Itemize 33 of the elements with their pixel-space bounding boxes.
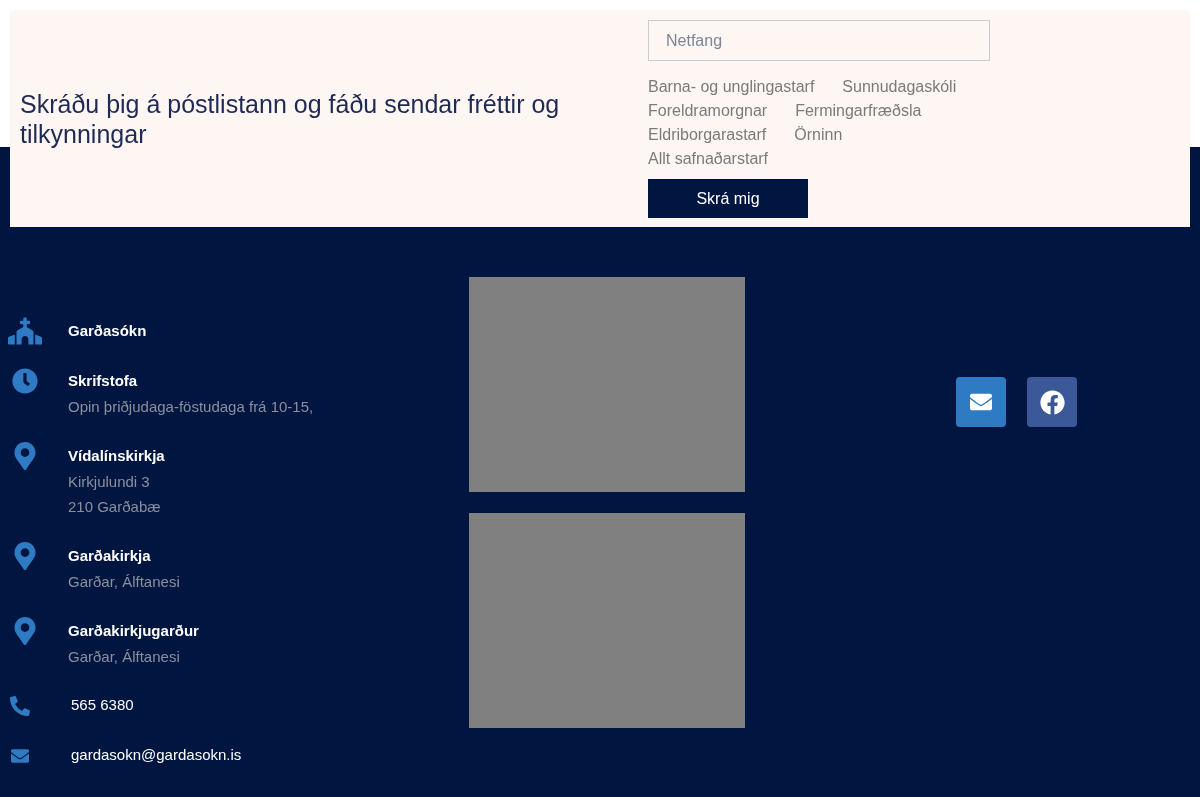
envelope-icon (9, 747, 31, 765)
contact-title: Garðasókn (68, 321, 147, 341)
clock-icon (12, 368, 38, 394)
contact-title: Skrifstofa (68, 371, 139, 391)
category-option[interactable]: Foreldramorgnar (648, 99, 768, 123)
contact-title: Garðakirkja (68, 546, 152, 566)
facebook-icon (1039, 389, 1065, 415)
contact-title: Vídalínskirkja (68, 446, 165, 466)
email-address[interactable]: gardasokn@gardasokn.is (71, 743, 242, 767)
category-option[interactable]: Allt safnaðarstarf (648, 147, 769, 171)
subscribe-button[interactable]: Skrá mig (648, 179, 808, 218)
contact-detail: Garðar, Álftanesi (68, 572, 180, 592)
category-option[interactable]: Fermingarfræðsla (795, 99, 922, 123)
contact-detail: Opin þriðjudaga-föstudaga frá 10-15, (68, 397, 314, 417)
email-button[interactable] (956, 377, 1006, 427)
contact-detail: 210 Garðabæ (68, 497, 162, 517)
church-icon (8, 317, 42, 345)
category-option[interactable]: Eldriborgarastarf (648, 123, 767, 147)
map-pin-icon (14, 542, 36, 570)
signup-heading: Skráðu þig á póstlistann og fáðu sendar fréttir og tilkynningar (20, 88, 561, 149)
map-pin-icon (14, 442, 36, 470)
phone-number: 565 6380 (71, 695, 134, 715)
envelope-icon (968, 391, 994, 413)
facebook-button[interactable] (1027, 377, 1077, 427)
contact-detail: Kirkjulundi 3 (68, 472, 151, 492)
contact-title: Garðakirkjugarður (68, 621, 199, 641)
category-option[interactable]: Örninn (794, 123, 843, 147)
category-option[interactable]: Sunnudagaskóli (842, 75, 957, 99)
category-option[interactable]: Barna- og unglingastarf (648, 75, 815, 99)
email-field[interactable]: Netfang (648, 20, 990, 61)
phone-icon (10, 696, 30, 716)
map-pin-icon (14, 617, 36, 645)
contact-detail: Garðar, Álftanesi (68, 647, 181, 667)
